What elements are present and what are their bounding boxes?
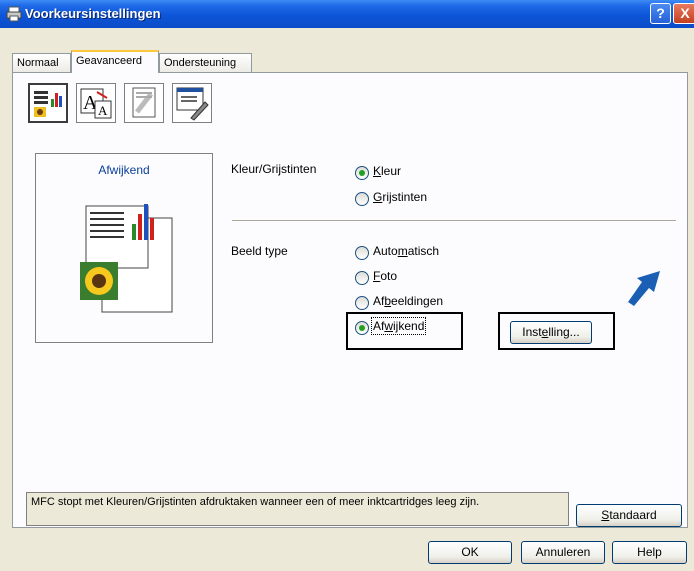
radio-grijstinten-label[interactable]: Grijstinten [373,190,427,204]
annotation-arrow-icon [628,271,660,306]
radio-automatisch-label[interactable]: Automatisch [373,244,439,258]
cancel-button[interactable]: Annuleren [521,541,605,564]
svg-text:A: A [98,103,108,118]
radio-afwijkend-label[interactable]: Afwijkend [370,317,427,335]
preview-panel: Afwijkend [35,153,213,343]
radio-grijstinten[interactable] [355,192,369,206]
radio-kleur[interactable] [355,166,369,180]
scaling-icon: A A [80,88,112,119]
preview-label: Afwijkend [98,163,150,177]
preferences-dialog: Voorkeursinstellingen ? X Normaal Geavan… [0,0,694,571]
color-mode-label: Kleur/Grijstinten [231,162,317,176]
color-settings-icon [34,91,62,117]
image-type-label: Beeld type [231,244,288,258]
help-button[interactable]: Help [612,541,687,564]
help-title-button[interactable]: ? [650,3,671,24]
watermark-button[interactable] [124,83,164,123]
tab-normaal[interactable]: Normaal [12,53,71,72]
device-options-icon [176,87,209,121]
window-title: Voorkeursinstellingen [25,6,161,21]
device-options-button[interactable] [172,83,212,123]
radio-foto[interactable] [355,271,369,285]
status-message: MFC stopt met Kleuren/Grijstinten afdruk… [26,492,569,526]
radio-afbeeldingen[interactable] [355,296,369,310]
default-button[interactable]: Standaard [576,504,682,527]
close-button[interactable]: X [673,3,694,24]
tab-ondersteuning[interactable]: Ondersteuning [159,53,252,72]
color-settings-button[interactable] [28,83,68,123]
radio-kleur-label[interactable]: Kleur [373,164,401,178]
title-bar[interactable]: Voorkeursinstellingen ? X [0,0,694,28]
section-divider [232,220,676,222]
watermark-copy-icon [132,87,156,118]
toolbar: A A [28,83,212,133]
scaling-button[interactable]: A A [76,83,116,123]
radio-automatisch[interactable] [355,246,369,260]
tab-geavanceerd[interactable]: Geavanceerd [71,50,159,73]
radio-afbeeldingen-label[interactable]: Afbeeldingen [373,294,443,308]
radio-foto-label[interactable]: Foto [373,269,397,283]
printer-icon [6,6,22,22]
preview-image [80,204,173,313]
radio-afwijkend[interactable] [355,321,369,335]
ok-button[interactable]: OK [428,541,512,564]
settings-button[interactable]: Instelling... [510,321,592,344]
